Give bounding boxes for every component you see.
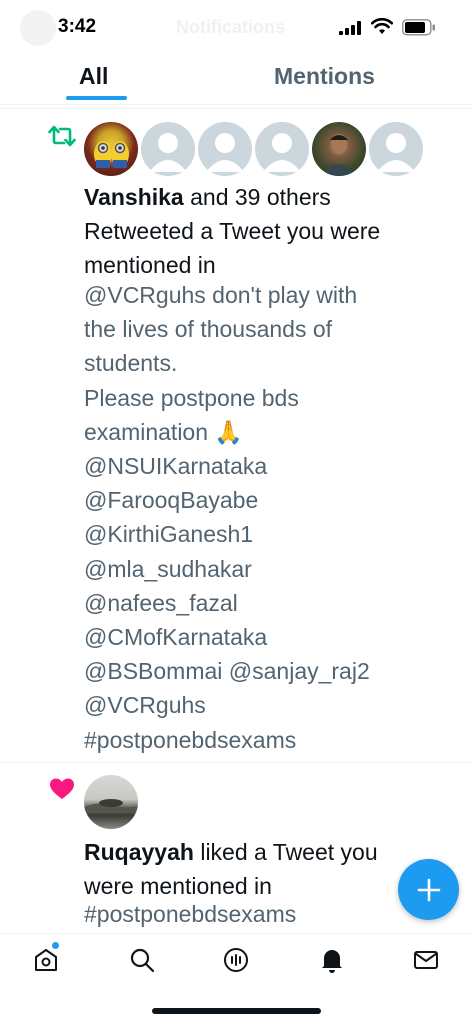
tweet-hashtag: #postponebdsexams: [84, 726, 297, 753]
tweet-mention: @nafees_fazal: [84, 589, 238, 616]
mail-icon[interactable]: [412, 946, 440, 974]
notification-tabs: All Mentions: [0, 56, 473, 105]
signal-icon: [339, 21, 361, 35]
notification-text: Vanshika and 39 others Retweeted a Tweet…: [84, 184, 381, 278]
bell-icon[interactable]: [318, 946, 346, 974]
home-indicator: [152, 1008, 321, 1014]
notification-item[interactable]: Vanshika and 39 others Retweeted a Tweet…: [0, 110, 473, 763]
divider: [0, 108, 473, 109]
home-icon[interactable]: [32, 946, 60, 974]
wifi-icon: [371, 18, 393, 34]
default-avatar[interactable]: [198, 122, 252, 176]
tweet-preview[interactable]: #postponebdsexams: [84, 897, 454, 931]
default-avatar[interactable]: [255, 122, 309, 176]
actor-name[interactable]: Vanshika: [84, 184, 184, 210]
retweet-icon: [48, 125, 76, 147]
tweet-mention: @CMofKarnataka: [84, 624, 268, 651]
tweet-mention: @mla_sudhakar: [84, 555, 252, 582]
tweet-mention: @NSUIKarnataka: [84, 453, 268, 480]
actor-name[interactable]: Ruqayyah: [84, 839, 194, 865]
tweet-line: examination 🙏: [84, 418, 244, 445]
compose-tweet-button[interactable]: [398, 859, 459, 920]
avatar[interactable]: [84, 122, 138, 176]
tweet-mention: @BSBommai @sanjay_raj2: [84, 658, 370, 685]
tab-all[interactable]: All: [79, 63, 108, 90]
bottom-nav: [0, 933, 473, 986]
default-avatar[interactable]: [141, 122, 195, 176]
status-bar: Notifications 3:42: [0, 0, 473, 56]
avatar[interactable]: [312, 122, 366, 176]
tweet-line: the lives of thousands of: [84, 316, 333, 343]
page-title: Notifications: [176, 17, 286, 37]
spaces-icon[interactable]: [222, 946, 250, 974]
tweet-mention: @FarooqBayabe: [84, 487, 259, 514]
plus-icon: [417, 878, 440, 901]
status-time: 3:42: [58, 16, 97, 37]
tweet-line: students.: [84, 350, 178, 377]
tab-selected-indicator: [66, 96, 127, 100]
tweet-mention: @KirthiGanesh1: [84, 521, 254, 548]
default-avatar[interactable]: [369, 122, 423, 176]
tweet-hashtag: #postponebdsexams: [84, 901, 297, 927]
avatar[interactable]: [84, 775, 138, 829]
search-icon[interactable]: [128, 946, 156, 974]
notification-item[interactable]: Ruqayyah liked a Tweet you were mentione…: [0, 763, 473, 933]
heart-icon: [50, 778, 74, 799]
tweet-preview[interactable]: @VCRguhs don't play with the lives of th…: [84, 278, 454, 757]
tweet-line: @VCRguhs don't play with: [84, 282, 358, 308]
header-avatar[interactable]: [20, 10, 56, 46]
battery-icon: [402, 19, 435, 36]
tweet-mention: @VCRguhs: [84, 692, 206, 719]
tweet-line: Please postpone bds: [84, 384, 299, 411]
tab-mentions[interactable]: Mentions: [274, 63, 375, 90]
